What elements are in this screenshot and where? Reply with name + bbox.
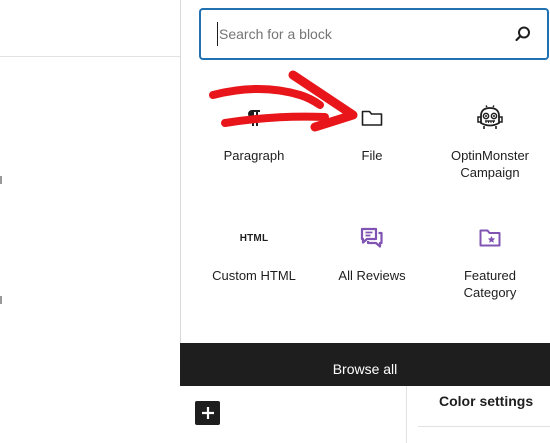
featured-category-icon [431, 223, 549, 253]
plus-icon [201, 407, 214, 419]
search-input[interactable] [217, 22, 489, 46]
block-all-reviews[interactable]: All Reviews [313, 223, 431, 284]
html-icon: HTML [195, 223, 313, 253]
block-label: File [361, 148, 383, 163]
block-label: Paragraph [223, 148, 285, 163]
block-inserter-panel: Paragraph File OptinMonster Cam [180, 0, 550, 386]
editor-divider [0, 56, 180, 57]
block-paragraph[interactable]: Paragraph [195, 103, 313, 164]
paragraph-icon [195, 103, 313, 133]
block-label: Featured Category [463, 268, 517, 300]
browse-all-label: Browse all [332, 360, 398, 377]
reviews-icon [313, 223, 431, 253]
block-custom-html[interactable]: HTML Custom HTML [195, 223, 313, 284]
edge-marker [0, 296, 2, 304]
browse-all-button[interactable]: Browse all [180, 343, 550, 386]
optinmonster-icon [431, 103, 549, 133]
block-featured-category[interactable]: Featured Category [431, 223, 549, 301]
folder-icon [313, 103, 431, 133]
add-block-button[interactable] [195, 401, 220, 425]
search-box [199, 8, 549, 60]
html-glyph: HTML [239, 232, 269, 244]
block-label: OptinMonster Campaign [450, 148, 530, 180]
edge-marker [0, 176, 2, 184]
editor-canvas [0, 0, 180, 443]
settings-divider-line [418, 426, 550, 427]
block-label: All Reviews [338, 268, 406, 283]
color-settings-toggle[interactable]: Color settings [439, 393, 533, 409]
block-label: Custom HTML [212, 268, 296, 283]
search-icon[interactable] [513, 24, 533, 44]
block-optinmonster-campaign[interactable]: OptinMonster Campaign [431, 103, 549, 181]
block-file[interactable]: File [313, 103, 431, 164]
